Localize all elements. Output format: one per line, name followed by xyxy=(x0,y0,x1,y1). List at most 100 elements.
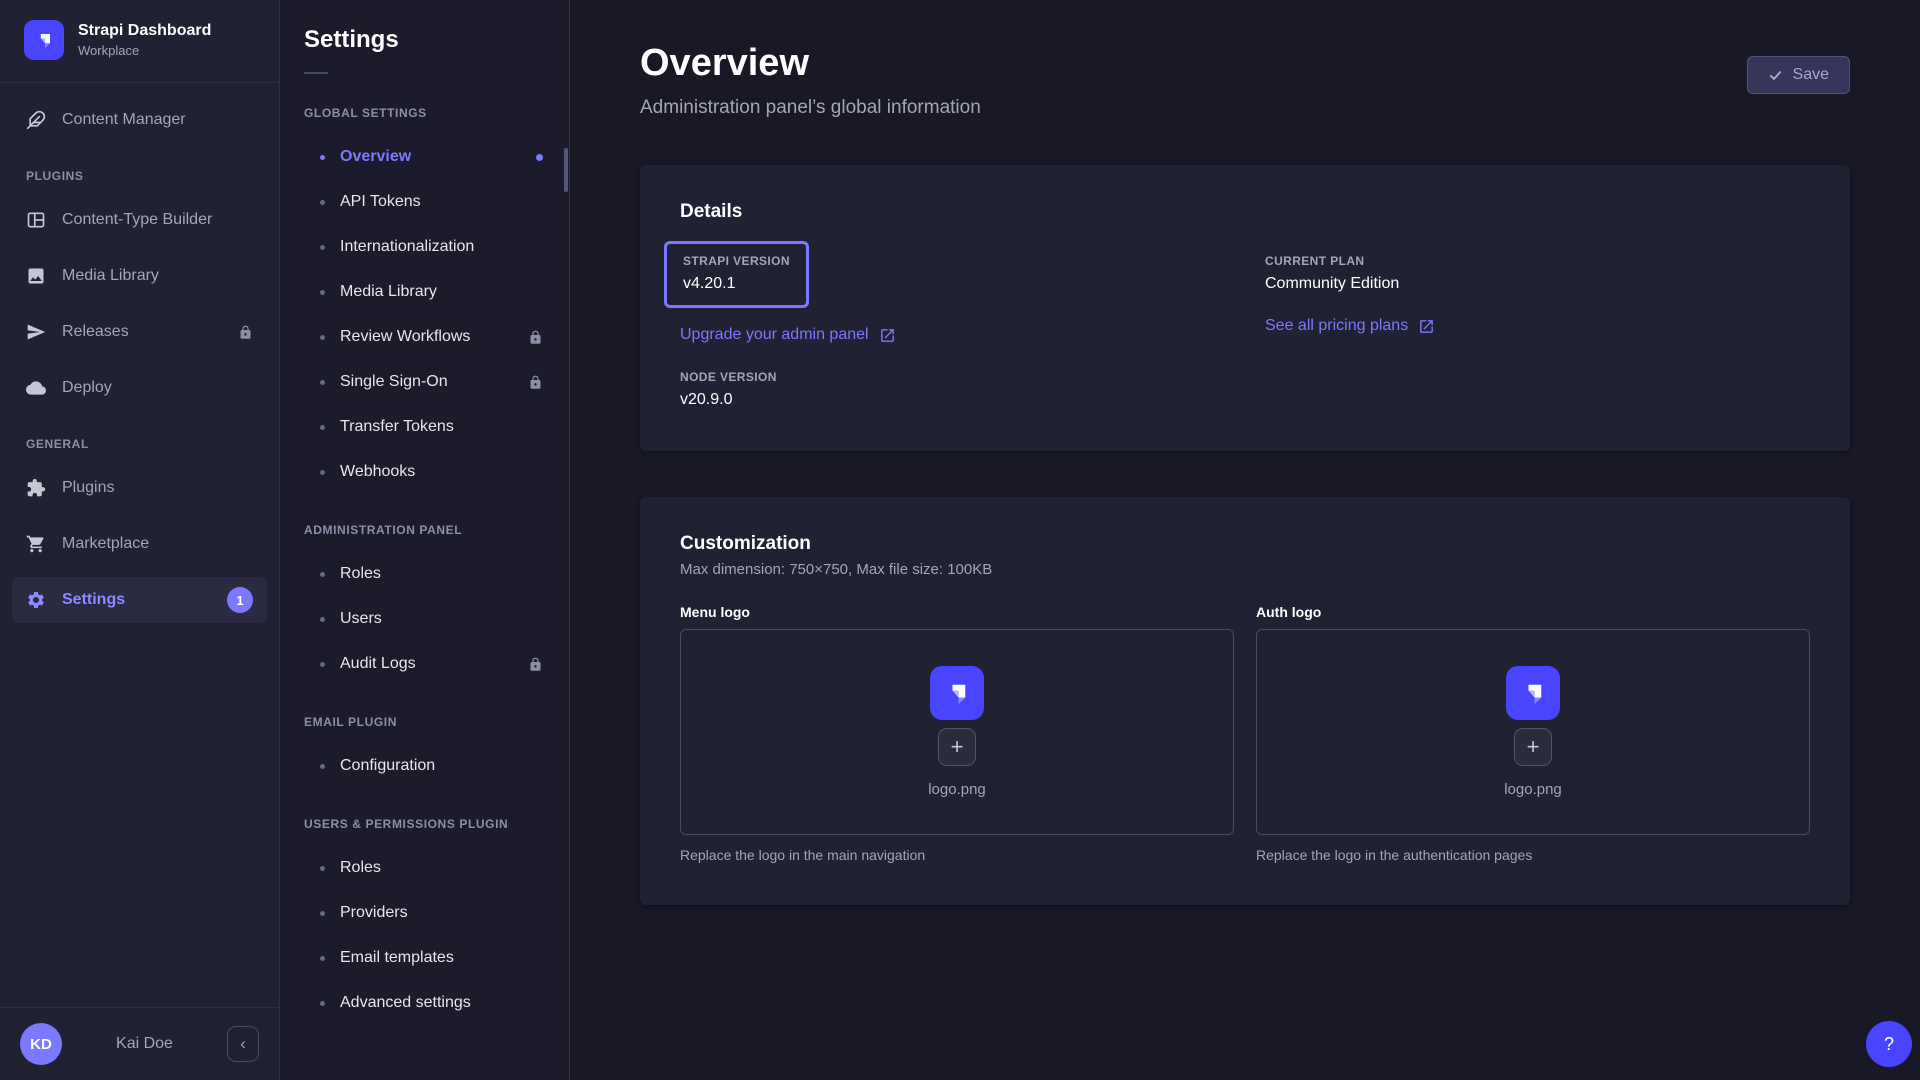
workspace-title: Strapi Dashboard xyxy=(78,22,211,40)
link-label: See all pricing plans xyxy=(1265,317,1408,335)
settings-nav-label: Transfer Tokens xyxy=(340,418,454,436)
settings-nav-label: Providers xyxy=(340,904,408,922)
sidebar-item-content-type-builder[interactable]: Content-Type Builder xyxy=(12,197,267,243)
customization-card: Customization Max dimension: 750×750, Ma… xyxy=(640,497,1850,905)
bullet-icon xyxy=(320,245,325,250)
settings-nav-label: Single Sign-On xyxy=(340,373,448,391)
current-plan-label: CURRENT PLAN xyxy=(1265,254,1810,268)
settings-nav-item-up-roles[interactable]: Roles xyxy=(280,847,569,889)
external-link-icon xyxy=(1418,318,1435,335)
settings-nav-item-admin-roles[interactable]: Roles xyxy=(280,553,569,595)
settings-nav-item-providers[interactable]: Providers xyxy=(280,892,569,934)
settings-notification-badge: 1 xyxy=(227,587,253,613)
settings-nav-item-configuration[interactable]: Configuration xyxy=(280,745,569,787)
node-version-value: v20.9.0 xyxy=(680,391,1225,409)
settings-nav-item-audit-logs[interactable]: Audit Logs xyxy=(280,643,569,685)
nav-label: Marketplace xyxy=(62,535,149,553)
cart-icon xyxy=(26,534,46,554)
settings-nav-item-users[interactable]: Users xyxy=(280,598,569,640)
sidebar-item-deploy[interactable]: Deploy xyxy=(12,365,267,411)
auth-logo-caption: Replace the logo in the authentication p… xyxy=(1256,847,1810,863)
lock-icon xyxy=(528,657,543,672)
bullet-icon xyxy=(320,911,325,916)
auth-logo-add-button[interactable]: + xyxy=(1514,728,1552,766)
nav-label: Content-Type Builder xyxy=(62,211,212,229)
main-navigation: Content Manager PLUGINS Content-Type Bui… xyxy=(0,83,279,1007)
sidebar-collapse-button[interactable]: ‹ xyxy=(227,1026,259,1062)
divider xyxy=(304,72,328,74)
settings-nav-item-single-sign-on[interactable]: Single Sign-On xyxy=(280,361,569,403)
settings-nav-item-review-workflows[interactable]: Review Workflows xyxy=(280,316,569,358)
sidebar-item-settings[interactable]: Settings 1 xyxy=(12,577,267,623)
page-header: Overview Administration panel’s global i… xyxy=(640,42,1850,119)
lock-icon xyxy=(528,375,543,390)
settings-nav-label: Roles xyxy=(340,859,381,877)
section-label-email-plugin: EMAIL PLUGIN xyxy=(280,715,569,729)
subnav-scrollbar-thumb[interactable] xyxy=(564,148,568,192)
layout-icon xyxy=(26,210,46,230)
puzzle-icon xyxy=(26,478,46,498)
details-card: Details STRAPI VERSION v4.20.1 Upgrade y… xyxy=(640,165,1850,451)
bullet-icon xyxy=(320,866,325,871)
cloud-icon xyxy=(26,378,46,398)
lock-icon xyxy=(238,325,253,340)
settings-nav-item-api-tokens[interactable]: API Tokens xyxy=(280,181,569,223)
sidebar-item-plugins[interactable]: Plugins xyxy=(12,465,267,511)
bullet-icon xyxy=(320,764,325,769)
sidebar-item-releases[interactable]: Releases xyxy=(12,309,267,355)
check-icon xyxy=(1768,68,1783,83)
notification-dot-icon xyxy=(536,154,543,161)
sidebar-item-media-library[interactable]: Media Library xyxy=(12,253,267,299)
menu-logo-upload-area[interactable]: + logo.png xyxy=(680,629,1234,835)
settings-nav-item-transfer-tokens[interactable]: Transfer Tokens xyxy=(280,406,569,448)
settings-nav-item-advanced-settings[interactable]: Advanced settings xyxy=(280,982,569,1024)
nav-label: Releases xyxy=(62,323,129,341)
settings-nav-label: Audit Logs xyxy=(340,655,416,673)
image-icon xyxy=(26,266,46,286)
strapi-logo-icon xyxy=(930,666,984,720)
nav-label: Settings xyxy=(62,591,125,609)
upgrade-admin-panel-link[interactable]: Upgrade your admin panel xyxy=(680,326,896,344)
bullet-icon xyxy=(320,662,325,667)
settings-nav-label: Internationalization xyxy=(340,238,474,256)
strapi-version-field-highlight: STRAPI VERSION v4.20.1 xyxy=(664,241,809,308)
external-link-icon xyxy=(879,327,896,344)
settings-nav-label: Webhooks xyxy=(340,463,415,481)
bullet-icon xyxy=(320,200,325,205)
settings-nav-item-email-templates[interactable]: Email templates xyxy=(280,937,569,979)
bullet-icon xyxy=(320,290,325,295)
settings-nav-item-media-library[interactable]: Media Library xyxy=(280,271,569,313)
pricing-plans-link[interactable]: See all pricing plans xyxy=(1265,317,1435,335)
auth-logo-label: Auth logo xyxy=(1256,604,1810,620)
settings-nav-label: Users xyxy=(340,610,382,628)
strapi-logo-icon xyxy=(1506,666,1560,720)
menu-logo-caption: Replace the logo in the main navigation xyxy=(680,847,1234,863)
settings-nav-item-webhooks[interactable]: Webhooks xyxy=(280,451,569,493)
bullet-icon xyxy=(320,335,325,340)
strapi-version-label: STRAPI VERSION xyxy=(683,254,790,268)
settings-nav-item-overview[interactable]: Overview xyxy=(280,136,569,178)
menu-logo-add-button[interactable]: + xyxy=(938,728,976,766)
paper-plane-icon xyxy=(26,322,46,342)
nav-label: Deploy xyxy=(62,379,112,397)
auth-logo-file-name: logo.png xyxy=(1504,781,1562,798)
bullet-icon xyxy=(320,380,325,385)
menu-logo-label: Menu logo xyxy=(680,604,1234,620)
user-name: Kai Doe xyxy=(62,1035,227,1053)
help-button[interactable]: ? xyxy=(1866,1021,1912,1067)
settings-sidebar: Settings GLOBAL SETTINGS Overview API To… xyxy=(280,0,570,1080)
details-card-title: Details xyxy=(680,201,1810,223)
bullet-icon xyxy=(320,1001,325,1006)
strapi-admin-app: Strapi Dashboard Workplace Content Manag… xyxy=(0,0,1920,1080)
settings-nav-item-internationalization[interactable]: Internationalization xyxy=(280,226,569,268)
user-avatar[interactable]: KD xyxy=(20,1023,62,1065)
settings-nav-label: Overview xyxy=(340,148,411,166)
nav-label: Plugins xyxy=(62,479,114,497)
auth-logo-upload-area[interactable]: + logo.png xyxy=(1256,629,1810,835)
workspace-switcher[interactable]: Strapi Dashboard Workplace xyxy=(0,0,279,83)
sidebar-item-marketplace[interactable]: Marketplace xyxy=(12,521,267,567)
customization-card-subtitle: Max dimension: 750×750, Max file size: 1… xyxy=(680,561,1810,578)
save-button[interactable]: Save xyxy=(1747,56,1850,94)
sidebar-item-content-manager[interactable]: Content Manager xyxy=(12,97,267,143)
nav-label: Media Library xyxy=(62,267,159,285)
